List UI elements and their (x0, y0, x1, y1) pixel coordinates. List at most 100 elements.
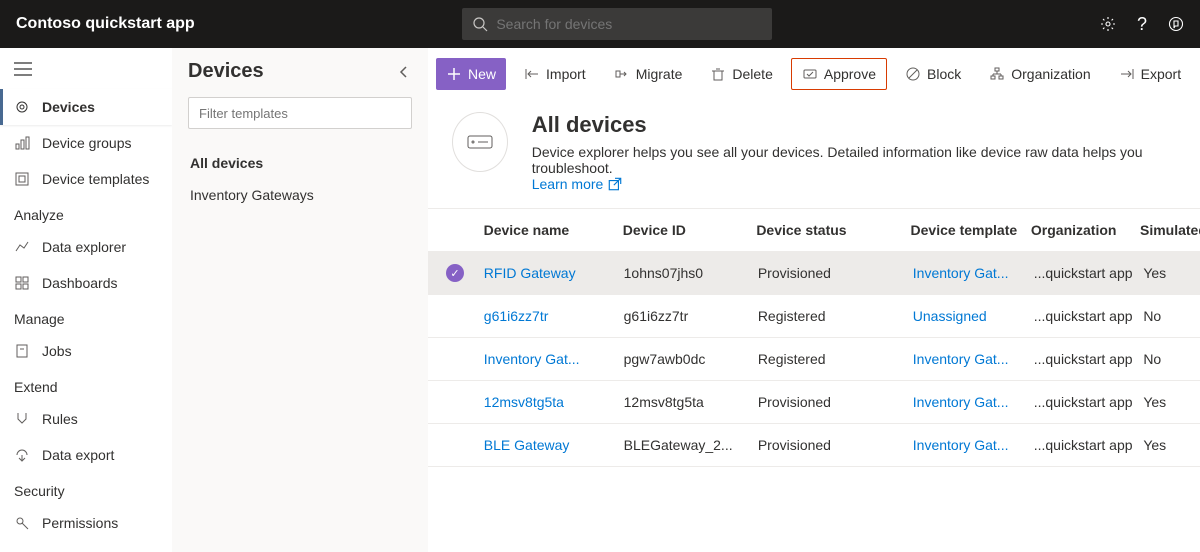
learn-more-link[interactable]: Learn more (532, 176, 624, 192)
device-id: 12msv8tg5ta (624, 394, 758, 410)
device-name-link[interactable]: BLE Gateway (484, 437, 624, 453)
migrate-icon (614, 66, 630, 82)
panel-item-all-devices[interactable]: All devices (188, 147, 412, 179)
device-id: g61i6zz7tr (624, 308, 758, 324)
device-template-link[interactable]: Inventory Gat... (913, 394, 1034, 410)
import-label: Import (546, 66, 586, 82)
sidebar-item-device-templates[interactable]: Device templates (0, 161, 172, 197)
data-export-icon (14, 447, 30, 463)
col-organization[interactable]: Organization (1031, 222, 1140, 238)
main-content: New Import Migrate Delete Approve Block (428, 48, 1200, 552)
rules-icon (14, 411, 30, 427)
device-template-link[interactable]: Inventory Gat... (913, 265, 1034, 281)
table-row[interactable]: ✓ RFID Gateway 1ohns07jhs0 Provisioned I… (428, 252, 1200, 295)
delete-button[interactable]: Delete (700, 58, 782, 90)
device-glyph-icon (452, 112, 508, 172)
col-simulated[interactable]: Simulated (1140, 222, 1200, 238)
block-button[interactable]: Block (895, 58, 971, 90)
sidebar-item-label: Dashboards (42, 275, 118, 291)
hamburger-icon[interactable] (0, 52, 172, 89)
import-icon (524, 66, 540, 82)
sidebar-item-label: Devices (42, 99, 95, 115)
sidebar: Devices Device groups Device templates A… (0, 48, 172, 552)
device-name-link[interactable]: 12msv8tg5ta (484, 394, 624, 410)
sidebar-section-security: Security (0, 473, 172, 505)
sidebar-item-data-export[interactable]: Data export (0, 437, 172, 473)
sidebar-section-manage: Manage (0, 301, 172, 333)
learn-more-label: Learn more (532, 176, 604, 192)
export-label: Export (1141, 66, 1181, 82)
import-button[interactable]: Import (514, 58, 596, 90)
col-device-name[interactable]: Device name (484, 222, 623, 238)
migrate-label: Migrate (636, 66, 683, 82)
sidebar-item-dashboards[interactable]: Dashboards (0, 265, 172, 301)
table-row[interactable]: BLE Gateway BLEGateway_2... Provisioned … (428, 424, 1200, 467)
permissions-icon (14, 515, 30, 531)
row-selected-icon[interactable]: ✓ (446, 264, 464, 282)
device-sim: Yes (1143, 265, 1200, 281)
approve-icon (802, 66, 818, 82)
new-button[interactable]: New (436, 58, 506, 90)
device-template-link[interactable]: Unassigned (913, 308, 1034, 324)
sidebar-item-label: Jobs (42, 343, 72, 359)
sidebar-item-permissions[interactable]: Permissions (0, 505, 172, 541)
device-org: ...quickstart app (1034, 351, 1144, 367)
sidebar-item-jobs[interactable]: Jobs (0, 333, 172, 369)
device-template-link[interactable]: Inventory Gat... (913, 351, 1034, 367)
page-description: Device explorer helps you see all your d… (532, 144, 1176, 176)
migrate-button[interactable]: Migrate (604, 58, 693, 90)
approve-label: Approve (824, 66, 876, 82)
table-row[interactable]: 12msv8tg5ta 12msv8tg5ta Provisioned Inve… (428, 381, 1200, 424)
sidebar-item-label: Data export (42, 447, 114, 463)
col-device-status[interactable]: Device status (756, 222, 910, 238)
organization-button[interactable]: Organization (979, 58, 1100, 90)
chat-icon[interactable] (1168, 16, 1184, 32)
col-device-template[interactable]: Device template (911, 222, 1031, 238)
export-button[interactable]: Export (1109, 58, 1191, 90)
organization-label: Organization (1011, 66, 1090, 82)
device-templates-icon (14, 171, 30, 187)
device-status: Registered (758, 308, 913, 324)
table-row[interactable]: Inventory Gat... pgw7awb0dc Registered I… (428, 338, 1200, 381)
panel-item-inventory-gateways[interactable]: Inventory Gateways (188, 179, 412, 211)
sidebar-item-rules[interactable]: Rules (0, 401, 172, 437)
chevron-left-icon[interactable] (396, 64, 412, 80)
device-name-link[interactable]: RFID Gateway (484, 265, 624, 281)
sidebar-item-label: Device templates (42, 171, 149, 187)
device-template-link[interactable]: Inventory Gat... (913, 437, 1034, 453)
dashboards-icon (14, 275, 30, 291)
organization-icon (989, 66, 1005, 82)
sidebar-item-label: Device groups (42, 135, 132, 151)
approve-button[interactable]: Approve (791, 58, 887, 90)
sidebar-item-devices[interactable]: Devices (0, 89, 172, 125)
device-org: ...quickstart app (1034, 265, 1144, 281)
sidebar-item-label: Permissions (42, 515, 118, 531)
device-org: ...quickstart app (1034, 308, 1144, 324)
search-box[interactable] (462, 8, 772, 40)
export-icon (1119, 66, 1135, 82)
table-row[interactable]: g61i6zz7tr g61i6zz7tr Registered Unassig… (428, 295, 1200, 338)
settings-icon[interactable] (1100, 16, 1116, 32)
data-explorer-icon (14, 239, 30, 255)
col-device-id[interactable]: Device ID (623, 222, 757, 238)
sidebar-item-label: Data explorer (42, 239, 126, 255)
block-label: Block (927, 66, 961, 82)
panel-title: Devices (188, 60, 264, 83)
help-icon[interactable]: ? (1134, 16, 1150, 32)
devices-table: Device name Device ID Device status Devi… (428, 208, 1200, 467)
search-icon (472, 16, 488, 32)
sidebar-item-data-explorer[interactable]: Data explorer (0, 229, 172, 265)
device-status: Provisioned (758, 394, 913, 410)
device-name-link[interactable]: g61i6zz7tr (484, 308, 624, 324)
sidebar-item-device-groups[interactable]: Device groups (0, 125, 172, 161)
delete-icon (710, 66, 726, 82)
filter-templates-input[interactable] (188, 97, 412, 129)
device-org: ...quickstart app (1034, 394, 1144, 410)
table-header-row: Device name Device ID Device status Devi… (428, 209, 1200, 252)
device-name-link[interactable]: Inventory Gat... (484, 351, 624, 367)
device-sim: Yes (1143, 394, 1200, 410)
search-input[interactable] (496, 16, 762, 32)
device-org: ...quickstart app (1034, 437, 1144, 453)
command-bar: New Import Migrate Delete Approve Block (428, 52, 1200, 96)
jobs-icon (14, 343, 30, 359)
